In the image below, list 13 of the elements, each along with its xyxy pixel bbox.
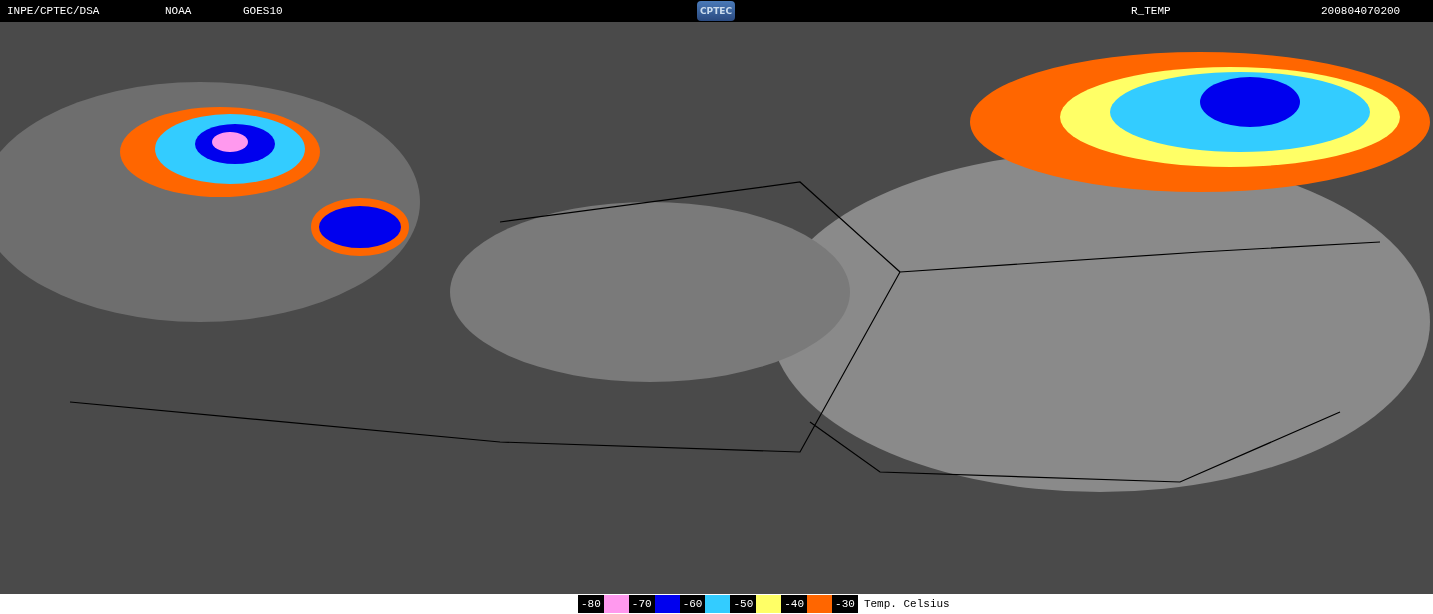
agency-label: NOAA (165, 5, 193, 17)
timestamp: 200804070200 (1321, 5, 1401, 17)
legend-value: -70 (628, 595, 655, 613)
logo: CPTEC (697, 1, 735, 21)
legend-unit: Temp. Celsius (863, 598, 950, 610)
legend-value: -80 (578, 595, 604, 613)
legend-value: -50 (730, 595, 757, 613)
satellite-label: GOES10 (243, 5, 284, 17)
source-label: INPE/CPTEC/DSA (7, 5, 101, 17)
product-label: R_TEMP (1131, 5, 1172, 17)
legend-value: -30 (832, 595, 858, 613)
legend-value: -60 (679, 595, 706, 613)
legend-value: -40 (781, 595, 808, 613)
